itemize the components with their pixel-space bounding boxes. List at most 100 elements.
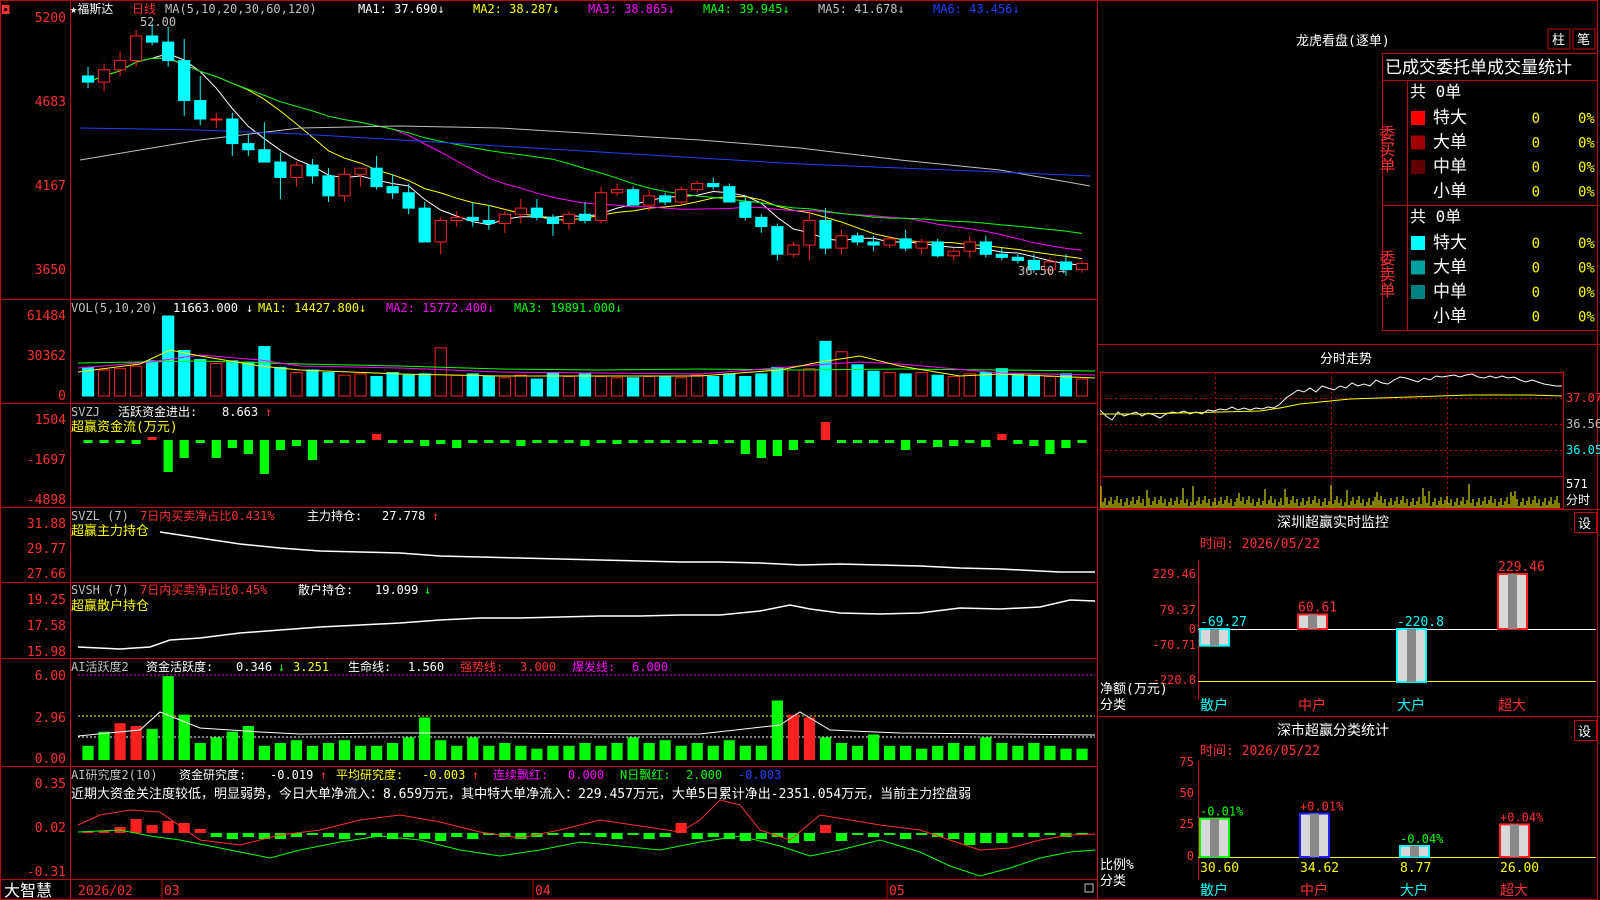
ai1-pane[interactable]: AI活跃度2 资金活跃度: 0.346 ↓ 3.251 生命线: 1.560 强… xyxy=(35,659,1096,767)
period-label[interactable]: 日线 xyxy=(132,2,156,16)
ai1-life: 生命线: xyxy=(348,659,391,674)
svsh-label: SVSH (7) xyxy=(71,583,129,597)
candle-body xyxy=(835,235,848,249)
research-bar xyxy=(595,833,607,837)
svzj-value: 8.663 xyxy=(222,405,258,419)
candle-body xyxy=(306,164,319,177)
candle-body xyxy=(370,167,383,188)
ma-value: MA3: 38.865↓ xyxy=(588,2,675,16)
flow-bar xyxy=(404,440,414,443)
activity-bar xyxy=(563,745,575,760)
main-axis: 5200 4683 4167 3650 xyxy=(35,11,66,278)
activity-bar xyxy=(306,745,319,760)
monitor-bar-value: 229.46 xyxy=(1498,560,1545,575)
lock-icon[interactable] xyxy=(1084,883,1094,893)
research-bar xyxy=(980,833,992,843)
flow-bar xyxy=(532,440,542,443)
flow-bar xyxy=(740,440,750,454)
svzl-pane[interactable]: SVZL (7) 7日内买卖净占比0.431% 主力持仓: 27.778 ↑ 超… xyxy=(27,508,1095,582)
activity-bar xyxy=(723,740,735,760)
classify-bar-value: 30.60 xyxy=(1200,861,1239,876)
lhb-panel[interactable]: 龙虎看盘(逐单) 柱 笔 已成交委托单成交量统计 委买单 委卖单 共 0单 共 … xyxy=(1296,28,1598,331)
flow-bar xyxy=(436,440,446,444)
activity-bar xyxy=(98,731,110,760)
date-label: 04 xyxy=(535,884,551,899)
activity-bar xyxy=(258,745,270,760)
main-chart[interactable]: ◘ ★福斯达 日线 MA(5,10,20,30,60,120) MA1: 37.… xyxy=(1,1,1091,278)
candle-body xyxy=(194,100,207,120)
flow-bar xyxy=(564,440,574,443)
activity-bar xyxy=(82,745,94,760)
activity-bar xyxy=(354,745,367,760)
research-bar xyxy=(162,821,174,833)
activity-bar xyxy=(146,728,158,760)
flow-bar xyxy=(163,440,173,472)
row-label: 中单 xyxy=(1433,157,1467,177)
activity-bar xyxy=(1076,748,1088,760)
research-bar xyxy=(451,833,463,837)
research-bar xyxy=(1012,833,1024,837)
monitor-bar-shade xyxy=(1210,629,1219,646)
research-bar xyxy=(146,825,158,833)
ai1-axis-label: 6.00 xyxy=(35,669,66,684)
classify-panel[interactable]: 深市超赢分类统计 设 时间: 2026/05/22 75 50 25 0 比例%… xyxy=(1100,720,1597,900)
svzj-pane[interactable]: SVZJ 活跃资金进出: 8.663 ↑ 超赢资金流(万元) 1504 -169… xyxy=(27,404,1087,508)
lhb-header: 已成交委托单成交量统计 xyxy=(1385,58,1572,78)
flow-bar xyxy=(868,440,879,443)
flow-bar xyxy=(420,440,430,446)
row-label: 小单 xyxy=(1433,307,1467,327)
activity-bar xyxy=(467,737,479,760)
ai2-axis-label: 0.02 xyxy=(35,821,66,836)
fenshi-panel[interactable]: 分时走势 37.07 36.56 36.05 571 分时 xyxy=(1099,351,1600,509)
candle-body xyxy=(626,189,640,206)
monitor-ylabel: 净额(万元) xyxy=(1100,682,1168,697)
ai2-red: 连续飘红: xyxy=(493,767,548,782)
flow-bar xyxy=(243,440,253,454)
menu-icon[interactable]: ◘ xyxy=(1,3,10,17)
flow-bar xyxy=(692,440,702,443)
candle-body xyxy=(803,219,816,246)
vol-bar xyxy=(915,372,928,397)
ai1-v2: 3.251 xyxy=(293,660,329,674)
vol-pane[interactable]: VOL(5,10,20) 11663.000 ↓ MA1: 14427.800↓… xyxy=(27,301,1096,404)
monitor-category: 超大 xyxy=(1498,698,1526,714)
candle-body xyxy=(771,226,784,255)
low-arrow-icon: → xyxy=(1058,264,1065,278)
vol-bar xyxy=(1027,374,1041,397)
research-bar xyxy=(996,833,1008,843)
monitor-panel[interactable]: 深圳超赢实时监控 设 时间: 2026/05/22 229.46 79.37 0… xyxy=(1100,512,1597,715)
flow-bar xyxy=(484,440,494,443)
row-count: 0 xyxy=(1532,111,1540,127)
candle-body xyxy=(659,195,672,203)
ai1-burst: 爆发线: xyxy=(572,659,615,674)
research-bar xyxy=(883,833,896,835)
vol-bar xyxy=(402,374,415,397)
candle-body xyxy=(290,164,303,178)
ai2-red-val: 0.000 xyxy=(568,768,604,782)
flow-bar xyxy=(147,437,157,440)
row-pct: 0% xyxy=(1578,160,1595,176)
vol-bars xyxy=(81,315,1089,397)
candle-body xyxy=(274,161,287,178)
activity-bar xyxy=(996,743,1008,760)
row-label: 大单 xyxy=(1433,258,1467,278)
classify-category: 散户 xyxy=(1200,882,1228,899)
classify-time: 时间: 2026/05/22 xyxy=(1200,744,1320,759)
ai2-pane[interactable]: AI研究度2(10) 资金研究度: -0.019 ↑ 平均研究度: -0.003… xyxy=(27,767,1096,880)
candle-body xyxy=(755,216,768,228)
monitor-axis-label: -70.71 xyxy=(1153,638,1196,652)
vol-bar xyxy=(819,340,832,397)
svsh-pane[interactable]: SVSH (7) 7日内买卖净占比0.45% 散户持仓: 19.099 ↓ 超赢… xyxy=(27,582,1096,660)
activity-bar xyxy=(771,700,783,760)
activity-bar xyxy=(819,737,832,760)
vol-bar xyxy=(306,369,319,397)
research-bar xyxy=(867,833,880,837)
vol-bar xyxy=(723,373,736,397)
vol-bar xyxy=(242,361,255,397)
fenshi-axis-label: 36.05 xyxy=(1566,443,1600,457)
vol-bar xyxy=(97,369,111,397)
ma-values: MA1: 37.690↓ MA2: 38.287↓ MA3: 38.865↓ MA4:… xyxy=(358,2,1020,16)
flow-bar xyxy=(227,440,237,448)
research-bar xyxy=(964,833,976,845)
monitor-bars: -69.27 散户 60.61 中户 -220.8 大户 229.46 超大 xyxy=(1199,560,1545,714)
